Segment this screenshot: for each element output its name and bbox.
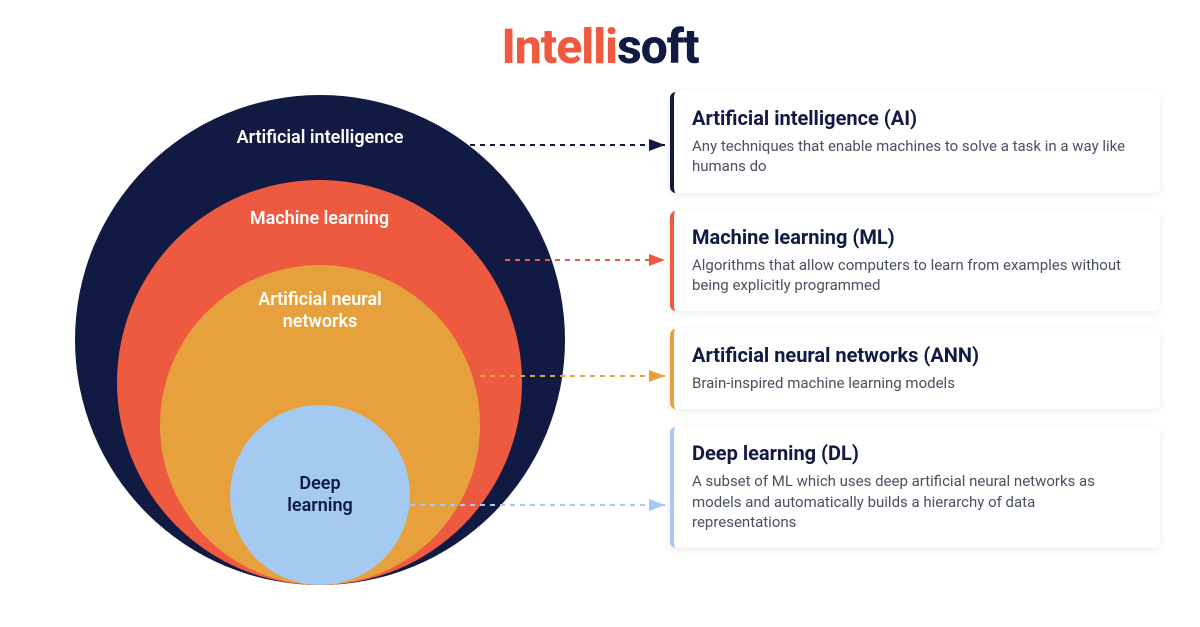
card-ai-desc: Any techniques that enable machines to s… xyxy=(692,136,1142,177)
card-ann-title: Artificial neural networks (ANN) xyxy=(692,343,1142,367)
logo-part2: soft xyxy=(617,18,698,75)
card-ml-desc: Algorithms that allow computers to learn… xyxy=(692,255,1142,296)
card-dl-title: Deep learning (DL) xyxy=(692,441,1142,465)
logo: Intellisoft xyxy=(502,18,699,75)
card-ai-title: Artificial intelligence (AI) xyxy=(692,106,1142,130)
circle-ann-label: Artificial neuralnetworks xyxy=(160,289,480,332)
circle-dl-label: Deeplearning xyxy=(230,473,410,516)
circle-ml-label: Machine learning xyxy=(117,208,522,230)
card-ml-title: Machine learning (ML) xyxy=(692,225,1142,249)
card-dl-desc: A subset of ML which uses deep artificia… xyxy=(692,471,1142,532)
card-ann-desc: Brain-inspired machine learning models xyxy=(692,373,1142,393)
logo-part1: Intelli xyxy=(502,18,618,75)
card-ml: Machine learning (ML) Algorithms that al… xyxy=(670,211,1160,312)
circle-ai-label: Artificial intelligence xyxy=(75,127,565,149)
card-dl: Deep learning (DL) A subset of ML which … xyxy=(670,427,1160,548)
definition-cards: Artificial intelligence (AI) Any techniq… xyxy=(670,92,1160,548)
card-ai: Artificial intelligence (AI) Any techniq… xyxy=(670,92,1160,193)
card-ann: Artificial neural networks (ANN) Brain-i… xyxy=(670,329,1160,409)
circle-dl: Deeplearning xyxy=(230,405,410,585)
